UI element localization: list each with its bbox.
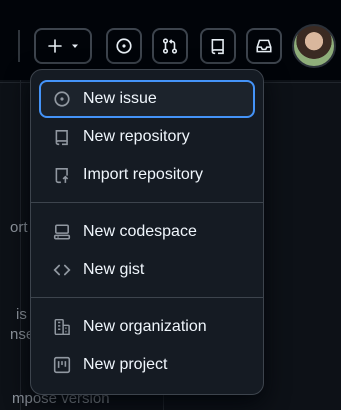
- repo-icon: [53, 128, 71, 146]
- menu-divider: [31, 297, 263, 298]
- menu-item-new-repository[interactable]: New repository: [39, 118, 255, 156]
- issue-opened-icon: [115, 37, 133, 55]
- plus-icon: [47, 38, 63, 54]
- pull-requests-button[interactable]: [152, 28, 188, 64]
- menu-item-label: New repository: [83, 128, 190, 145]
- menu-item-label: New organization: [83, 318, 207, 335]
- repo-push-icon: [53, 166, 71, 184]
- issue-opened-icon: [53, 90, 71, 108]
- create-new-menu: New issue New repository Import reposito…: [30, 69, 264, 395]
- repo-icon: [209, 37, 227, 55]
- project-icon: [53, 356, 71, 374]
- menu-item-label: New codespace: [83, 223, 197, 240]
- global-header: [0, 0, 341, 80]
- menu-item-label: Import repository: [83, 166, 204, 183]
- menu-item-label: New gist: [83, 261, 145, 278]
- background-text-fragment: is: [16, 306, 27, 323]
- issues-button[interactable]: [106, 28, 142, 64]
- content-border-left: [20, 80, 21, 410]
- menu-item-new-gist[interactable]: New gist: [39, 251, 255, 289]
- inbox-button[interactable]: [246, 28, 282, 64]
- menu-divider: [31, 202, 263, 203]
- menu-item-new-organization[interactable]: New organization: [39, 308, 255, 346]
- inbox-icon: [255, 37, 273, 55]
- menu-item-new-project[interactable]: New project: [39, 346, 255, 384]
- code-icon: [53, 261, 71, 279]
- background-text-fragment: ort: [10, 219, 28, 236]
- repositories-button[interactable]: [200, 28, 236, 64]
- git-pull-request-icon: [161, 37, 179, 55]
- organization-icon: [53, 318, 71, 336]
- codespaces-icon: [53, 223, 71, 241]
- menu-item-import-repository[interactable]: Import repository: [39, 156, 255, 194]
- menu-item-new-codespace[interactable]: New codespace: [39, 213, 255, 251]
- menu-item-label: New issue: [83, 90, 157, 107]
- menu-item-label: New project: [83, 356, 168, 373]
- menu-item-new-issue[interactable]: New issue: [39, 80, 255, 118]
- triangle-down-icon: [70, 41, 80, 51]
- header-divider: [18, 30, 20, 62]
- create-new-button[interactable]: [34, 28, 92, 64]
- avatar[interactable]: [292, 24, 336, 68]
